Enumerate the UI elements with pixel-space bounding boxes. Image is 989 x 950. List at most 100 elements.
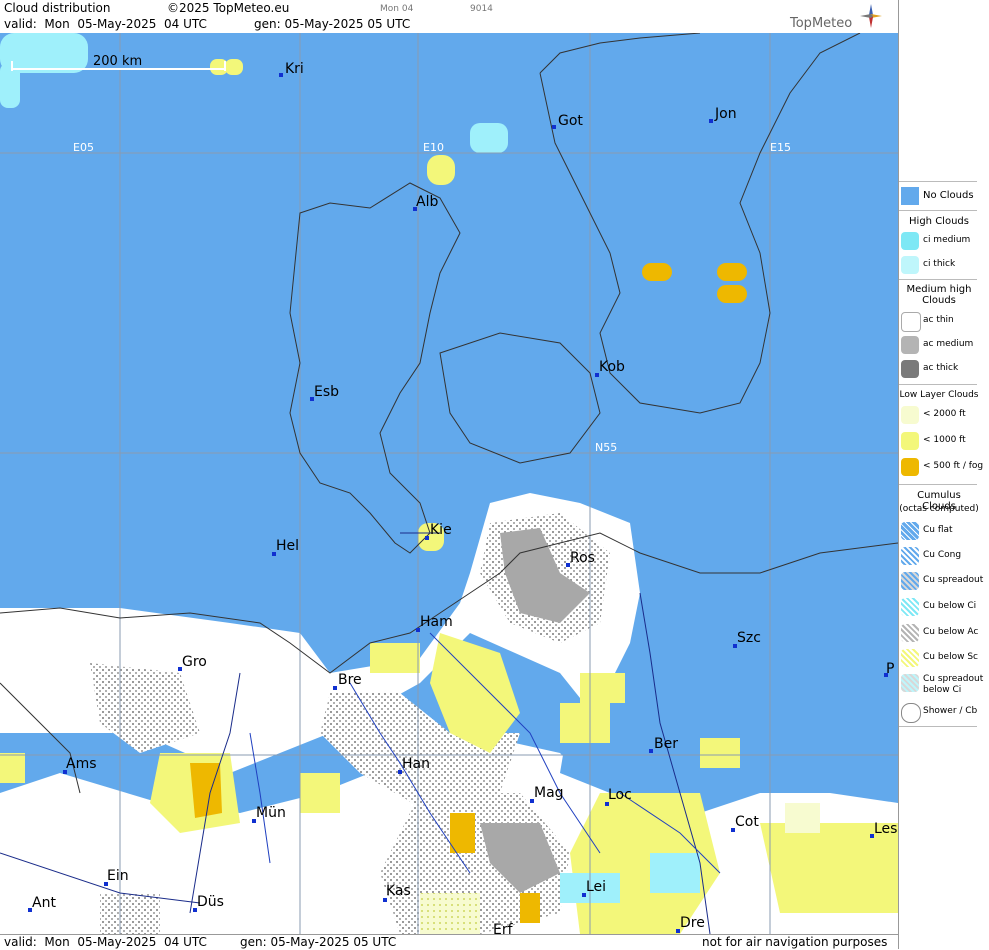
city-szc: Szc xyxy=(733,630,761,648)
cu-below-sc-swatch xyxy=(901,649,919,667)
legend-cu-below-ac: Cu below Ac xyxy=(901,624,987,644)
legend-cu-cong: Cu Cong xyxy=(901,547,987,567)
svg-text:Kas: Kas xyxy=(386,883,411,899)
city-ant: Ant xyxy=(28,895,56,912)
legend-panel: No Clouds High Clouds ci medium ci thick… xyxy=(898,0,989,949)
legend-ac-medium: ac medium xyxy=(901,336,987,356)
city-kri: Kri xyxy=(279,61,304,77)
compass-star-icon xyxy=(860,4,882,28)
copyright: ©2025 TopMeteo.eu xyxy=(167,1,290,15)
topmeteo-logo[interactable]: TopMeteo xyxy=(790,4,890,32)
cu-below-ac-swatch xyxy=(901,624,919,642)
city-got: Got xyxy=(552,113,583,129)
legend-low-title: Low Layer Clouds xyxy=(899,390,979,400)
legend-shower-cb: Shower / Cb xyxy=(901,703,987,723)
legend-no-clouds: No Clouds xyxy=(901,187,987,207)
ac-thin-swatch xyxy=(901,312,921,332)
city-jon: Jon xyxy=(709,106,737,123)
svg-text:Erf: Erf xyxy=(493,922,514,934)
city-mun: Mün xyxy=(252,805,286,823)
city-bre: Bre xyxy=(333,672,362,690)
city-dre: Dre xyxy=(676,915,705,933)
city-ham: Ham xyxy=(416,614,453,632)
grid-label-e10: E10 xyxy=(423,141,444,154)
svg-text:Ein: Ein xyxy=(107,868,129,884)
legend-ac-thin: ac thin xyxy=(901,312,987,332)
city-cot: Cot xyxy=(731,814,759,832)
legend-low-1000: < 1000 ft xyxy=(901,432,987,452)
city-les: Les xyxy=(870,821,897,838)
city-ein: Ein xyxy=(104,868,129,886)
disclaimer: not for air navigation purposes xyxy=(702,935,888,949)
city-ams: Ams xyxy=(63,756,97,774)
low-1000-swatch xyxy=(901,432,919,450)
svg-text:Kie: Kie xyxy=(430,522,452,538)
svg-text:Ams: Ams xyxy=(66,756,97,772)
low-500-swatch xyxy=(901,458,919,476)
city-p: P xyxy=(884,661,894,677)
footer-generated-time: gen: 05-May-2025 05 UTC xyxy=(240,935,397,949)
svg-text:Hel: Hel xyxy=(276,538,299,554)
generated-time: gen: 05-May-2025 05 UTC xyxy=(254,17,411,31)
svg-text:Szc: Szc xyxy=(737,630,761,646)
ci-medium-swatch xyxy=(901,232,919,250)
svg-text:Esb: Esb xyxy=(314,384,339,400)
city-kob: Kob xyxy=(595,359,625,377)
legend-ci-thick: ci thick xyxy=(901,256,987,276)
valid-time: valid: Mon 05-May-2025 04 UTC xyxy=(4,17,207,31)
city-hel: Hel xyxy=(272,538,299,556)
svg-text:Alb: Alb xyxy=(416,194,438,210)
svg-text:Mag: Mag xyxy=(534,785,564,801)
city-erf: Erf xyxy=(493,922,514,934)
legend-low-2000: < 2000 ft xyxy=(901,406,987,426)
city-mag: Mag xyxy=(530,785,564,803)
legend-cu-spreadout: Cu spreadout xyxy=(901,572,987,592)
cu-below-ci-swatch xyxy=(901,598,919,616)
city-esb: Esb xyxy=(310,384,339,401)
low-2000-swatch xyxy=(901,406,919,424)
legend-ci-medium: ci medium xyxy=(901,232,987,252)
grid-labels: E05 E10 E15 N55 xyxy=(73,141,791,454)
cloud-mass-germany xyxy=(0,493,898,934)
svg-text:Ant: Ant xyxy=(32,895,56,911)
legend-cu-subtitle: (octas computed) xyxy=(899,504,979,514)
svg-text:Düs: Düs xyxy=(197,894,224,910)
header-small-code: 9014 xyxy=(470,4,493,14)
city-han: Han xyxy=(398,756,430,774)
svg-text:Kri: Kri xyxy=(285,61,304,77)
scale-label: 200 km xyxy=(93,54,142,69)
cu-cong-swatch xyxy=(901,547,919,565)
footer-bar: valid: Mon 05-May-2025 04 UTC gen: 05-Ma… xyxy=(0,934,898,950)
svg-text:Lei: Lei xyxy=(586,879,606,895)
svg-text:Got: Got xyxy=(558,113,583,129)
no-clouds-swatch xyxy=(901,187,919,205)
cu-spreadout-swatch xyxy=(901,572,919,590)
grid-label-e05: E05 xyxy=(73,141,94,154)
header-small-day: Mon 04 xyxy=(380,4,414,14)
map-title: Cloud distribution xyxy=(4,1,111,15)
cu-spreadout-below-ci-swatch xyxy=(901,674,919,692)
svg-text:Ber: Ber xyxy=(654,736,678,752)
svg-text:Mün: Mün xyxy=(256,805,286,821)
map-canvas: 200 km E05 E10 E15 N55 Kri Got Jon Alb E… xyxy=(0,33,898,934)
city-gro: Gro xyxy=(178,654,207,671)
shower-cb-swatch xyxy=(901,703,921,723)
legend-medium-title: Medium high Clouds xyxy=(906,284,972,306)
svg-text:Ros: Ros xyxy=(570,550,595,566)
legend-cu-below-ci: Cu below Ci xyxy=(901,598,987,618)
header-bar: Cloud distribution ©2025 TopMeteo.eu Mon… xyxy=(0,0,898,34)
footer-valid-time: valid: Mon 05-May-2025 04 UTC xyxy=(4,935,207,949)
legend-cu-below-sc: Cu below Sc xyxy=(901,649,987,669)
cloud-patch-sweden xyxy=(642,263,747,303)
city-ber: Ber xyxy=(649,736,678,753)
legend-ac-thick: ac thick xyxy=(901,360,987,380)
city-dus: Düs xyxy=(193,894,224,912)
cloud-patch-northwest xyxy=(0,33,243,108)
cloud-patch-e10 xyxy=(427,155,455,185)
cloud-map[interactable]: 200 km E05 E10 E15 N55 Kri Got Jon Alb E… xyxy=(0,33,898,934)
svg-text:Cot: Cot xyxy=(735,814,759,830)
logo-text: TopMeteo xyxy=(790,16,853,31)
ac-thick-swatch xyxy=(901,360,919,378)
ci-thick-swatch xyxy=(901,256,919,274)
city-alb: Alb xyxy=(413,194,438,211)
